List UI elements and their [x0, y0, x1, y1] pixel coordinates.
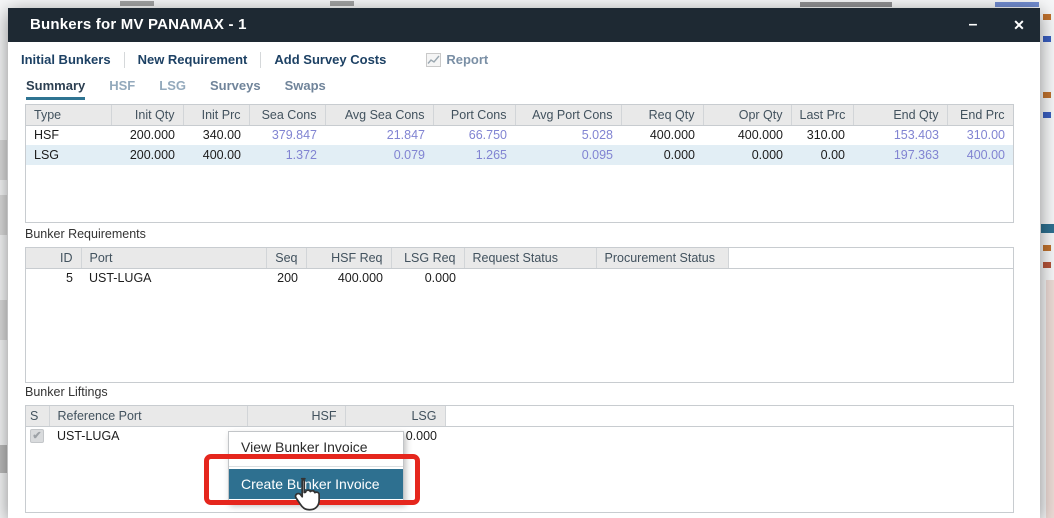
column-header: Port Cons — [433, 105, 515, 125]
new-requirement-button[interactable]: New Requirement — [138, 52, 248, 67]
column-header: LSG — [345, 406, 445, 426]
context-menu: View Bunker Invoice Create Bunker Invoic… — [228, 431, 404, 503]
minimize-button[interactable]: – — [958, 8, 988, 42]
column-header: End Qty — [853, 105, 947, 125]
bunker-liftings-table: S Reference Port HSF LSG ✔ UST-LUGA 400.… — [25, 405, 1014, 513]
background-fragment — [330, 1, 354, 6]
requirements-row[interactable]: 5 UST-LUGA 200 400.000 0.000 — [26, 268, 1013, 288]
menu-item-create-bunker-invoice[interactable]: Create Bunker Invoice — [229, 469, 403, 499]
bunkers-dialog: Bunkers for MV PANAMAX - 1 – ✕ Initial B… — [8, 8, 1040, 518]
menu-separator — [229, 462, 403, 467]
tab-summary[interactable]: Summary — [26, 78, 85, 100]
column-header: Req Qty — [621, 105, 703, 125]
column-header: End Prc — [947, 105, 1013, 125]
background-fragment — [1043, 245, 1051, 251]
column-header: ID — [26, 248, 81, 268]
toolbar-divider — [260, 52, 261, 68]
column-header: Procurement Status — [596, 248, 728, 268]
background-fragment — [1041, 224, 1054, 233]
tab-lsg[interactable]: LSG — [159, 78, 186, 100]
column-header: Request Status — [464, 248, 596, 268]
tab-bar: Summary HSF LSG Surveys Swaps — [26, 78, 326, 100]
background-fragment — [1043, 92, 1051, 98]
dialog-titlebar: Bunkers for MV PANAMAX - 1 – ✕ — [8, 8, 1040, 42]
column-header: Init Qty — [111, 105, 183, 125]
liftings-header-row: S Reference Port HSF LSG — [26, 406, 1013, 426]
background-fragment — [0, 195, 7, 235]
section-label-bunker-liftings: Bunker Liftings — [25, 385, 108, 399]
background-fragment — [995, 2, 1039, 7]
background-fragment — [120, 1, 154, 6]
bunker-requirements-table: ID Port Seq HSF Req LSG Req Request Stat… — [25, 247, 1014, 383]
background-fragment — [1043, 262, 1051, 268]
column-header: Port — [81, 248, 266, 268]
initial-bunkers-button[interactable]: Initial Bunkers — [21, 52, 111, 67]
header-filler — [728, 248, 1013, 268]
background-fragment — [1043, 36, 1051, 42]
header-filler — [445, 406, 1013, 426]
summary-table: Type Init Qty Init Prc Sea Cons Avg Sea … — [25, 104, 1014, 223]
background-fragment — [1043, 14, 1051, 20]
column-header: HSF — [247, 406, 345, 426]
section-label-bunker-requirements: Bunker Requirements — [25, 227, 146, 241]
column-header: Avg Sea Cons — [325, 105, 433, 125]
column-header: Avg Port Cons — [515, 105, 621, 125]
tab-hsf[interactable]: HSF — [109, 78, 135, 100]
column-header: Type — [26, 105, 111, 125]
column-header: Last Prc — [791, 105, 853, 125]
tab-swaps[interactable]: Swaps — [285, 78, 326, 100]
background-fragment — [0, 445, 7, 473]
tab-surveys[interactable]: Surveys — [210, 78, 261, 100]
summary-row-hsf[interactable]: HSF 200.000 340.00 379.847 21.847 66.750… — [26, 125, 1013, 145]
row-select-checkbox[interactable]: ✔ — [30, 429, 44, 443]
column-header: Seq — [266, 248, 306, 268]
background-fragment — [800, 2, 892, 7]
column-header: Sea Cons — [249, 105, 325, 125]
add-survey-costs-button[interactable]: Add Survey Costs — [274, 52, 386, 67]
column-header: HSF Req — [306, 248, 391, 268]
background-fragment — [1046, 280, 1054, 518]
menu-item-view-bunker-invoice[interactable]: View Bunker Invoice — [229, 432, 403, 462]
background-fragment — [0, 300, 7, 340]
column-header: Opr Qty — [703, 105, 791, 125]
summary-row-lsg[interactable]: LSG 200.000 400.00 1.372 0.079 1.265 0.0… — [26, 145, 1013, 165]
column-header: LSG Req — [391, 248, 464, 268]
toolbar-divider — [124, 52, 125, 68]
dialog-title: Bunkers for MV PANAMAX - 1 — [30, 8, 247, 42]
background-fragment — [0, 140, 7, 180]
liftings-row[interactable]: ✔ UST-LUGA 400.000 0.000 — [26, 426, 1013, 446]
background-fragment — [1043, 112, 1051, 118]
dialog-toolbar: Initial Bunkers New Requirement Add Surv… — [8, 42, 1040, 77]
report-button[interactable]: Report — [426, 52, 488, 67]
summary-header-row: Type Init Qty Init Prc Sea Cons Avg Sea … — [26, 105, 1013, 125]
column-header: S — [26, 406, 49, 426]
report-label: Report — [446, 52, 488, 67]
requirements-header-row: ID Port Seq HSF Req LSG Req Request Stat… — [26, 248, 1013, 268]
line-chart-icon — [426, 53, 441, 67]
column-header: Init Prc — [183, 105, 249, 125]
column-header: Reference Port — [49, 406, 247, 426]
close-button[interactable]: ✕ — [1004, 8, 1034, 42]
